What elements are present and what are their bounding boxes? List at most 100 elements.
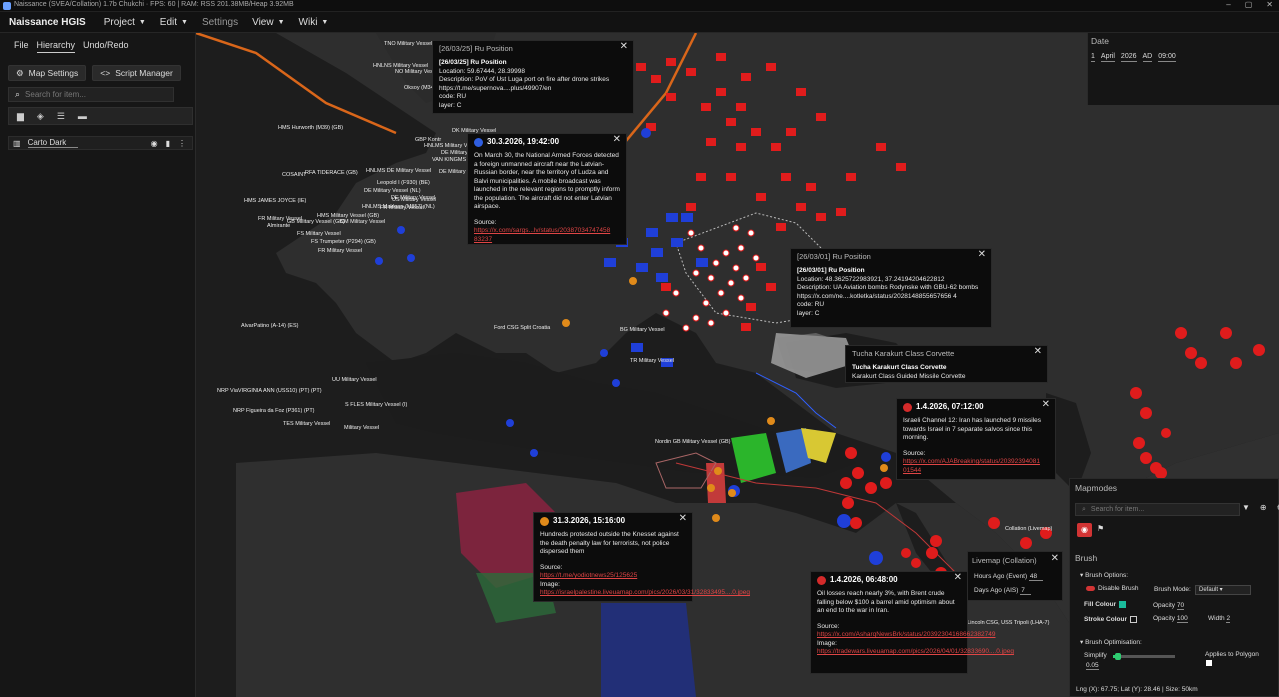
popup-description: Description: PoV of Ust Luga port on fir… (439, 76, 610, 83)
map-label: COSAINT (282, 172, 307, 178)
trash-icon[interactable]: ▮ (166, 139, 170, 148)
fill-colour-row[interactable]: Fill Colour (1084, 601, 1127, 608)
egypt-region (601, 603, 696, 697)
map-label: UU Military Vessel (332, 377, 377, 383)
stroke-opacity-row: Opacity 100 (1153, 615, 1188, 623)
map-label: Nordin GB Military Vessel (GB) (655, 439, 731, 445)
close-icon[interactable]: ✕ (679, 514, 687, 524)
popup-subtitle: Karakurt Class Guided Missile Corvette (852, 372, 966, 380)
popup-source-link[interactable]: https://x.com/AsharqNewsBrk/status/20392… (817, 631, 996, 638)
menu-edit[interactable]: Edit ▼ (160, 17, 188, 28)
popup-source-label: Source: (474, 218, 497, 226)
brush-mode-label: Brush Mode: (1154, 586, 1191, 593)
map-label: HNLMS DE Military Vessel (366, 168, 432, 174)
flag-icon[interactable]: ⚑ (1097, 524, 1104, 533)
livemap-panel: Livemap (Collation) ✕ Hours Ago (Event) … (967, 551, 1063, 601)
map-label: GB Military Vessel (GB) (287, 219, 345, 225)
maximize-button[interactable]: ▢ (1245, 0, 1253, 9)
layers-icon[interactable]: ◈ (37, 111, 44, 122)
popup-description: Description: UA Aviation bombs Rodynske … (797, 284, 979, 291)
time-field[interactable]: 09:00 (1158, 53, 1176, 62)
folder-icon[interactable]: ▆ (17, 111, 24, 122)
menu-project[interactable]: Project ▼ (104, 17, 146, 28)
fill-opacity-field[interactable]: 70 (1176, 602, 1185, 610)
map-label: US Military Vessel (392, 197, 437, 203)
minimize-button[interactable]: – (1226, 0, 1230, 9)
filter-icon[interactable]: ▼ (1242, 503, 1250, 512)
eye-icon[interactable]: ◉ (151, 139, 158, 148)
map-label: CM Military Vessel (340, 219, 386, 225)
popup-image-label: Image: (817, 639, 837, 647)
popup-source-link[interactable]: https://t.me/yodiotnews25/125625 (540, 572, 637, 579)
eye-icon[interactable]: ◉ (1077, 523, 1092, 537)
table-icon[interactable]: ▬ (78, 111, 87, 121)
popup-image-link[interactable]: https://tradewars.liveuamap.com/pics/202… (817, 648, 1014, 655)
popup-source-label: Source: (817, 622, 840, 630)
hierarchy-search[interactable]: ⌕ (8, 87, 174, 102)
aircraft-icon (474, 137, 483, 147)
app-icon (3, 2, 11, 10)
popup-image-link[interactable]: https://israelpalestine.liveuamap.com/pi… (540, 589, 750, 596)
map-label: Leopold I (F930) (BE) (377, 180, 430, 186)
close-icon[interactable]: ✕ (620, 42, 628, 52)
tab-file[interactable]: File (14, 40, 29, 53)
map-label: Oksoy (M34 (404, 85, 434, 91)
month-field[interactable]: April (1100, 53, 1115, 62)
popup-oil-event: 1.4.2026, 06:48:00 ✕ Oil losses reach ne… (810, 571, 1014, 674)
close-icon[interactable]: ✕ (613, 135, 621, 145)
popup-header: 1.4.2026, 06:48:00 (811, 572, 967, 588)
popup-image-label: Image: (540, 580, 560, 588)
popup-layer: layer: C (797, 309, 820, 317)
stroke-opacity-field[interactable]: 100 (1176, 615, 1188, 623)
map-label: AlvarPatino (A-14) (ES) (241, 323, 299, 329)
layer-row[interactable]: ▥ Carto Dark ◉ ▮ ⋮ (8, 136, 193, 150)
close-icon[interactable]: ✕ (978, 250, 986, 260)
width-field[interactable]: 2 (1226, 615, 1231, 623)
close-window-button[interactable]: ✕ (1266, 0, 1273, 9)
mapmodes-search[interactable]: ⌕ Search for item... (1075, 503, 1240, 516)
economy-icon (817, 575, 826, 585)
year-field[interactable]: 2026 (1120, 53, 1137, 62)
close-icon[interactable]: ✕ (1051, 553, 1059, 564)
hours-ago-field[interactable]: 48 (1028, 573, 1044, 581)
brush-mode-select[interactable]: Default ▾ (1195, 585, 1251, 595)
close-icon[interactable]: ✕ (954, 573, 962, 583)
popup-ru-position-2: [26/03/01] Ru Position ✕ [26/03/01] Ru P… (790, 248, 992, 328)
search-input[interactable] (25, 90, 156, 99)
days-ago-row: Days Ago (AIS) 7 (974, 587, 1031, 595)
applies-to-polygon-checkbox[interactable] (1206, 660, 1212, 666)
popup-layer: layer: C (439, 101, 462, 109)
menu-wiki[interactable]: Wiki ▼ (299, 17, 329, 28)
days-ago-field[interactable]: 7 (1020, 587, 1031, 595)
menu-view[interactable]: View ▼ (252, 17, 284, 28)
popup-location: Location: 48.3625722983921, 37.241942046… (797, 275, 945, 283)
era-field[interactable]: AD (1142, 53, 1153, 62)
tab-undo-redo[interactable]: Undo/Redo (83, 40, 129, 53)
close-icon[interactable]: ✕ (1034, 347, 1042, 357)
popup-source-link[interactable]: https://x.com/sargs...lv/status/20387034… (474, 227, 610, 243)
popup-source-link[interactable]: https://x.com/AJABreaking/status/2039239… (903, 458, 1040, 474)
map-settings-button[interactable]: ⚙ Map Settings (8, 65, 87, 81)
disable-brush-toggle[interactable]: Disable Brush (1086, 585, 1138, 592)
fill-colour-swatch (1119, 601, 1127, 608)
close-icon[interactable]: ✕ (1042, 400, 1050, 410)
add-icon[interactable]: ⊕ (1260, 503, 1267, 512)
list-icon[interactable]: ☰ (57, 111, 65, 122)
popup-header: [26/03/01] Ru Position (797, 251, 871, 261)
stroke-colour-row[interactable]: Stroke Colour (1084, 616, 1137, 623)
popup-source-label: Source: (540, 563, 563, 571)
script-manager-button[interactable]: <> Script Manager (92, 65, 181, 81)
left-panel: File Hierarchy Undo/Redo ⚙ Map Settings <… (0, 33, 196, 697)
simplify-slider[interactable] (1113, 653, 1175, 660)
popup-title: [26/03/25] Ru Position (439, 59, 507, 66)
popup-source-label: Source: (903, 449, 926, 457)
popup-code: code: RU (797, 301, 825, 308)
map-label: Collation (Livemap) (1005, 526, 1053, 532)
simplify-value[interactable]: 0.05 (1086, 662, 1099, 670)
day-field[interactable]: 1 (1091, 53, 1095, 62)
map-label: TES Military Vessel (283, 421, 331, 427)
tab-hierarchy[interactable]: Hierarchy (36, 40, 76, 53)
chevron-down-icon: ▼ (138, 18, 146, 26)
more-icon[interactable]: ⋮ (178, 139, 186, 148)
menu-settings[interactable]: Settings (202, 17, 238, 28)
